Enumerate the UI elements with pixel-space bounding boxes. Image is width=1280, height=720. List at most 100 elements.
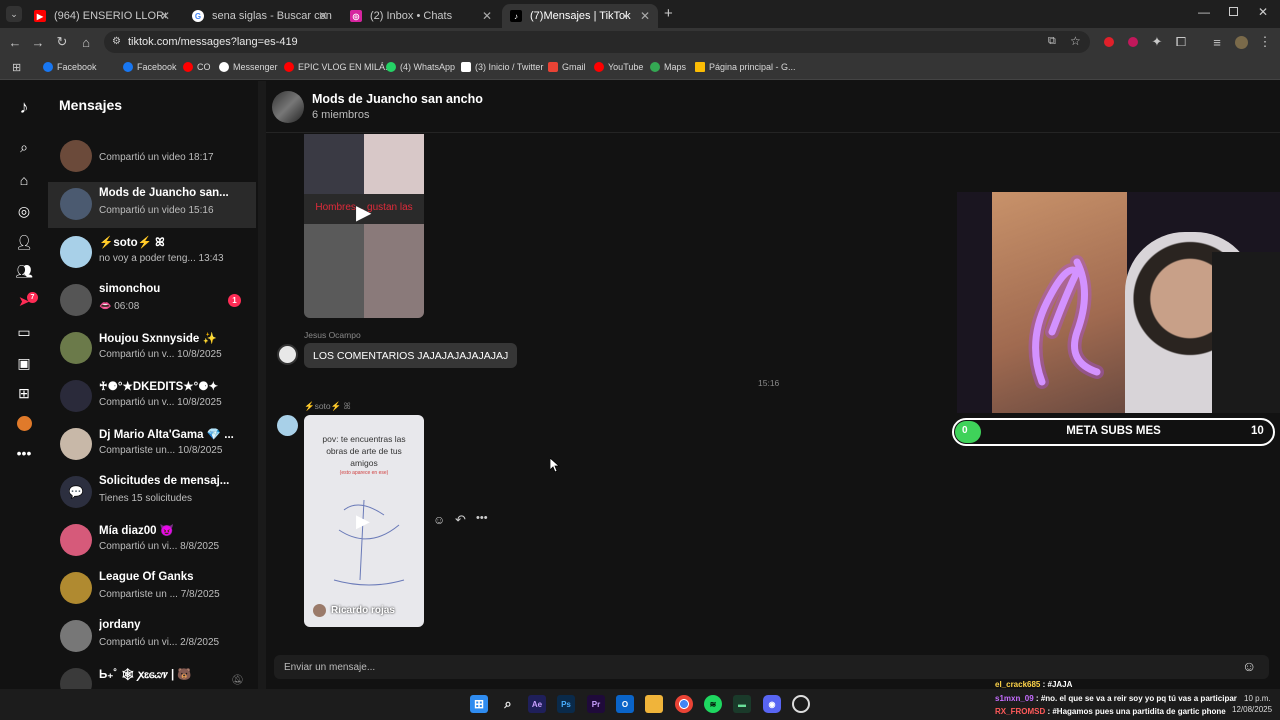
new-tab-button[interactable]: + <box>664 5 673 22</box>
clock-time[interactable]: 10 p.m. <box>1244 694 1271 703</box>
message-bubble[interactable]: LOS COMENTARIOS JAJAJAJAJAJAJAJ <box>304 343 518 368</box>
discord-icon[interactable]: ◉ <box>763 695 781 713</box>
back-icon[interactable]: ← <box>6 33 24 51</box>
tab-youtube[interactable]: ▶ (964) ENSERIO LLORO POR UN ✕ <box>26 4 178 28</box>
site-info-icon[interactable]: ⚙ <box>112 36 121 47</box>
address-bar[interactable]: ⚙ tiktok.com/messages?lang=es-419 ⧉ ☆ <box>104 31 1090 53</box>
conversation-scrollbar[interactable] <box>258 81 266 689</box>
close-icon[interactable]: ✕ <box>160 9 170 23</box>
play-icon[interactable]: ▶ <box>356 511 370 532</box>
after-effects-icon[interactable]: Ae <box>528 695 546 713</box>
conversation-preview: Compartió un vi... 8/8/2025 <box>99 541 220 552</box>
search-icon[interactable]: ⌕ <box>499 695 517 713</box>
conversation-item[interactable]: Compartió un video 18:17 <box>48 134 256 180</box>
search-icon[interactable]: ⌕ <box>14 137 34 157</box>
close-icon[interactable]: ✕ <box>482 9 492 23</box>
url-text: tiktok.com/messages?lang=es-419 <box>128 36 298 48</box>
restore-icon[interactable] <box>1229 7 1238 16</box>
obs-icon[interactable] <box>792 695 810 713</box>
sender-avatar[interactable] <box>277 415 298 436</box>
bookmark-co[interactable]: CO <box>183 60 211 74</box>
conversation-item[interactable]: 💬 Solicitudes de mensaj... Tienes 15 solic… <box>48 470 256 516</box>
group-name[interactable]: Mods de Juancho san ancho <box>312 92 483 106</box>
photoshop-icon[interactable]: Ps <box>557 695 575 713</box>
conversation-item[interactable]: simonchou 👄 06:08 1 <box>48 278 256 324</box>
more-icon[interactable]: ••• <box>14 443 34 463</box>
following-icon[interactable]: 👤︎ <box>14 232 34 252</box>
file-explorer-icon[interactable] <box>645 695 663 713</box>
apps-grid-icon[interactable]: ⊞ <box>12 61 21 74</box>
whatsapp-icon <box>386 62 396 72</box>
conversation-item[interactable]: jordany Compartió un vi... 2/8/2025 <box>48 614 256 660</box>
shared-video-thumbnail[interactable]: pov: te encuentras las obras de arte de … <box>304 415 424 627</box>
profile-avatar[interactable] <box>1232 33 1250 51</box>
spotify-icon[interactable]: ≋ <box>704 695 722 713</box>
emoji-icon[interactable]: ☺ <box>1242 658 1256 674</box>
profile-avatar[interactable] <box>14 413 34 433</box>
conversation-item[interactable]: Houjou Sxnnyside ✨ Compartió un v... 10/8… <box>48 326 256 372</box>
tab-google[interactable]: G sena siglas - Buscar con Google ✕ <box>184 4 336 28</box>
play-icon[interactable]: ▶ <box>356 200 371 225</box>
conversation-item[interactable]: ♰⚈°★DKEDITS★°⚈✦ Compartió un v... 10/8/20… <box>48 374 256 420</box>
app-icon[interactable]: ▬ <box>733 695 751 713</box>
tab-search-button[interactable]: ⌄ <box>6 6 22 22</box>
browser-menu-icon[interactable]: ⋮ <box>1256 33 1274 51</box>
upload-icon[interactable]: ⊞ <box>14 383 34 403</box>
media-control-icon[interactable]: ≡ <box>1208 33 1226 51</box>
outlook-icon[interactable]: O <box>616 695 634 713</box>
conversation-item[interactable]: Mods de Juancho san... Compartió un video… <box>48 182 256 228</box>
bookmark-facebook[interactable]: Facebook <box>43 60 97 74</box>
group-avatar[interactable] <box>272 91 304 123</box>
video-subcaption: (esto aparece en ese) <box>339 470 389 476</box>
extension-icon[interactable]: ✦ <box>1148 33 1166 51</box>
minimize-icon[interactable]: — <box>1198 5 1210 19</box>
conversation-item[interactable]: League Of Ganks Compartiste un ... 7/8/20… <box>48 566 256 612</box>
react-icon[interactable]: ☺ <box>433 513 445 527</box>
close-icon[interactable]: ✕ <box>318 9 328 23</box>
bookmark-star-icon[interactable]: ☆ <box>1070 34 1081 48</box>
bookmark-facebook-2[interactable]: Facebook <box>123 60 177 74</box>
bookmark-messenger[interactable]: Messenger <box>219 60 278 74</box>
close-icon[interactable]: ✕ <box>640 9 650 23</box>
bookmark-maps[interactable]: Maps <box>650 60 686 74</box>
bookmark-gmail[interactable]: Gmail <box>548 60 586 74</box>
live-icon[interactable]: ▣ <box>14 353 34 373</box>
messages-icon[interactable]: ▭ <box>14 322 34 342</box>
bookmark-epic-vlog[interactable]: EPIC VLOG EN MILÁ... <box>284 60 393 74</box>
install-app-icon[interactable]: ⧉ <box>1048 35 1056 48</box>
shared-video-thumbnail[interactable]: Hombres... gustan las ▶ <box>304 134 424 318</box>
sender-avatar[interactable] <box>277 344 298 365</box>
bookmark-twitter[interactable]: (3) Inicio / Twitter <box>461 60 543 74</box>
explore-icon[interactable]: ◎ <box>14 201 34 221</box>
forward-icon[interactable]: → <box>29 33 47 51</box>
conversation-preview: no voy a poder teng... 13:43 <box>99 253 224 264</box>
friends-icon[interactable]: 👥︎ <box>14 261 34 281</box>
more-options-icon[interactable]: ••• <box>476 512 488 524</box>
premiere-icon[interactable]: Pr <box>587 695 605 713</box>
chrome-icon[interactable] <box>675 695 693 713</box>
bookmark-whatsapp[interactable]: (4) WhatsApp <box>386 60 455 74</box>
mute-bell-icon[interactable]: 🔕︎ <box>231 675 244 686</box>
bookmark-youtube[interactable]: YouTube <box>594 60 643 74</box>
home-icon[interactable]: ⌂ <box>77 33 95 51</box>
tab-tiktok[interactable]: ♪ (7)Mensajes | TikTok 🔈︎ ✕ <box>502 4 658 28</box>
extensions-puzzle-icon[interactable]: ⧠ <box>1172 33 1190 51</box>
message-input[interactable]: Enviar un mensaje... ☺ <box>274 655 1269 679</box>
reply-icon[interactable]: ↶ <box>455 512 466 528</box>
extension-record-icon[interactable] <box>1124 33 1142 51</box>
bookmark-drive[interactable]: Página principal - G... <box>695 60 796 74</box>
clock-date[interactable]: 12/08/2025 <box>1232 705 1272 714</box>
member-count[interactable]: 6 miembros <box>312 109 369 121</box>
conversation-item[interactable]: Mía diaz00 😈 Compartió un vi... 8/8/2025 <box>48 518 256 564</box>
conversation-item[interactable]: Dj Mario Alta'Gama 💎 ... Compartiste un..… <box>48 422 256 468</box>
conversation-item[interactable]: ⚡soto⚡ ꕤ no voy a poder teng... 13:43 <box>48 230 256 276</box>
speaker-icon[interactable]: 🔈︎ <box>624 11 630 22</box>
home-icon[interactable]: ⌂ <box>14 170 34 190</box>
reload-icon[interactable]: ↻ <box>53 33 71 51</box>
windows-start-icon[interactable]: ⊞ <box>470 695 488 713</box>
tab-instagram[interactable]: ◎ (2) Inbox • Chats ✕ <box>342 4 500 28</box>
window-close-icon[interactable]: ✕ <box>1258 5 1268 19</box>
bookmark-label: Página principal - G... <box>709 62 796 72</box>
tiktok-logo-icon[interactable]: ♪ <box>14 97 34 117</box>
extension-red-icon[interactable] <box>1100 33 1118 51</box>
